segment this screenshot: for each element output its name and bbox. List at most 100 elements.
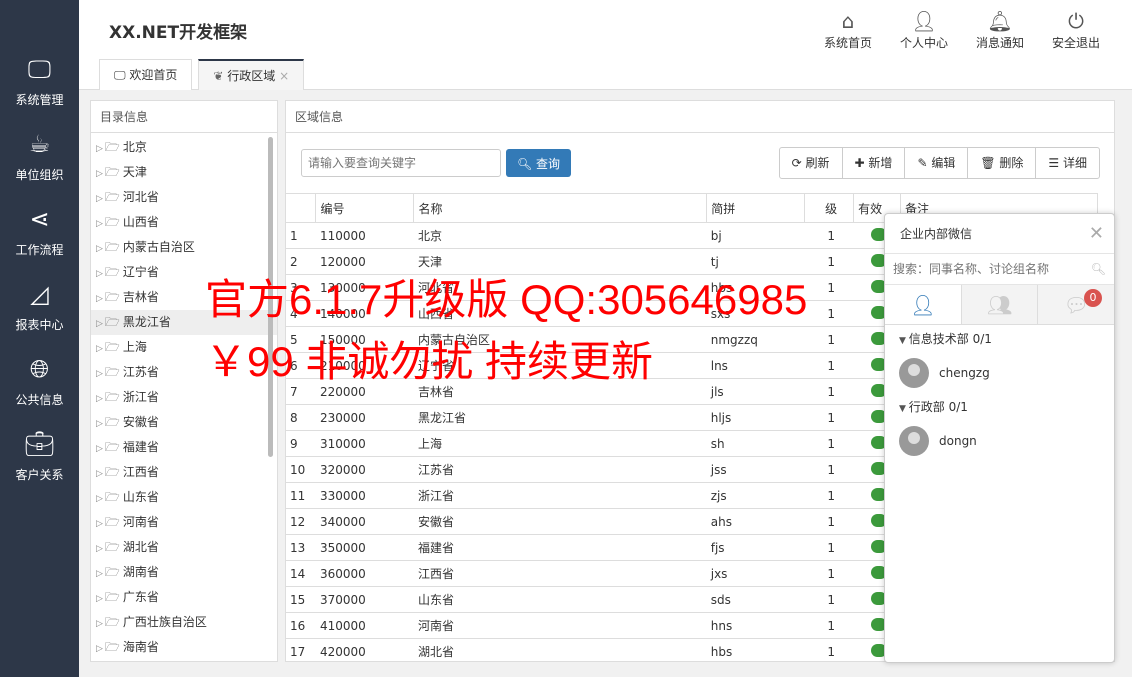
tab-contacts[interactable]: 👤︎ [885,285,961,324]
chat-group[interactable]: ▼ 信息技术部 0/1 [885,325,1114,353]
tree-item[interactable]: ▷ 🗁 黑龙江省 [91,310,277,335]
tab-messages[interactable]: 💬︎ 0 [1037,285,1115,324]
tab-groups[interactable]: 👥︎ [960,285,1038,324]
tree-item[interactable]: ▷ 🗁 江苏省 [91,360,277,385]
sidebar-item-1[interactable]: ☕︎ 单位组织 [0,130,79,190]
sidebar-item-0[interactable]: 🖵 系统管理 [0,55,79,115]
expand-icon[interactable]: ▷ [96,619,103,629]
expand-icon[interactable]: ▷ [96,369,103,379]
expand-icon[interactable]: ▷ [96,194,103,204]
tree-item[interactable]: ▷ 🗁 湖北省 [91,535,277,560]
expand-icon[interactable]: ▷ [96,244,103,254]
cell: 360000 [315,560,414,587]
refresh-button[interactable]: ⟳ 刷新 [780,148,843,178]
chat-user[interactable]: dongn [885,421,1114,461]
column-header[interactable] [286,193,317,223]
cell: 11 [286,482,316,509]
folder-icon: 🗁 [104,590,120,604]
expand-icon[interactable]: ▷ [96,294,103,304]
tree-item[interactable]: ▷ 🗁 天津 [91,160,277,185]
tree-item[interactable]: ▷ 🗁 安徽省 [91,410,277,435]
cell: 辽宁省 [413,352,707,379]
expand-icon[interactable]: ▷ [96,569,103,579]
expand-icon[interactable]: ▷ [96,394,103,404]
plus-icon: ✚ [854,156,869,170]
tab-region[interactable]: ❦ 行政区域 × [198,59,305,90]
cell: sxs [706,300,805,327]
sidebar-item-4[interactable]: 🌐︎ 公共信息 [0,355,79,415]
expand-icon[interactable]: ▷ [96,494,103,504]
chat-group[interactable]: ▼ 行政部 0/1 [885,393,1114,421]
cell: hbs [706,638,805,661]
column-header[interactable]: 简拼 [706,193,806,223]
tree-item[interactable]: ▷ 🗁 江西省 [91,460,277,485]
cell: bj [706,222,805,249]
cell: jxs [706,560,805,587]
tree-item[interactable]: ▷ 🗁 福建省 [91,435,277,460]
tree-item[interactable]: ▷ 🗁 山西省 [91,210,277,235]
tree-item[interactable]: ▷ 🗁 广东省 [91,585,277,610]
topnav-item-2[interactable]: 🔔︎ 消息通知 [962,8,1038,51]
tree-item[interactable]: ▷ 🗁 河南省 [91,510,277,535]
caret-down-icon: ▼ [899,404,909,414]
tree-item[interactable]: ▷ 🗁 海南省 [91,635,277,660]
cell: 吉林省 [413,378,707,405]
cell: ahs [706,508,805,535]
top-nav: ⌂ 系统首页 👤︎ 个人中心 🔔︎ 消息通知 ⏻ 安全退出 [810,8,1114,51]
tree-scrollbar[interactable] [268,137,273,457]
trash-button[interactable]: 🗑︎ 删除 [968,148,1037,178]
topnav-item-3[interactable]: ⏻ 安全退出 [1038,8,1114,51]
query-button[interactable]: 🔍︎ 查询 [506,149,571,177]
expand-icon[interactable]: ▷ [96,269,103,279]
list-icon: ☰ [1048,156,1063,170]
list-button[interactable]: ☰ 详细 [1036,148,1099,178]
tree-item[interactable]: ▷ 🗁 内蒙古自治区 [91,235,277,260]
folder-icon: 🗁 [104,415,120,429]
expand-icon[interactable]: ▷ [96,594,103,604]
folder-icon: 🗁 [104,540,120,554]
chat-user[interactable]: chengzg [885,353,1114,393]
expand-icon[interactable]: ▷ [96,469,103,479]
chat-search-input[interactable] [893,262,1083,276]
cell: 310000 [315,430,414,457]
expand-icon[interactable]: ▷ [96,519,103,529]
expand-icon[interactable]: ▷ [96,544,103,554]
close-icon[interactable]: ✕ [1089,214,1104,254]
expand-icon[interactable]: ▷ [96,419,103,429]
expand-icon[interactable]: ▷ [96,144,103,154]
tree-item[interactable]: ▷ 🗁 上海 [91,335,277,360]
plus-button[interactable]: ✚ 新增 [843,148,906,178]
expand-icon[interactable]: ▷ [96,169,103,179]
cell: 1 [804,326,854,353]
sidebar-item-2[interactable]: ⋖ 工作流程 [0,205,79,265]
tab-welcome[interactable]: 🖵 欢迎首页 [99,59,193,90]
expand-icon[interactable]: ▷ [96,319,103,329]
edit-button[interactable]: ✎ 编辑 [905,148,969,178]
search-input[interactable] [301,149,501,177]
expand-icon[interactable]: ▷ [96,444,103,454]
tree-item[interactable]: ▷ 🗁 河北省 [91,185,277,210]
tree-item[interactable]: ▷ 🗁 北京 [91,135,277,160]
expand-icon[interactable]: ▷ [96,219,103,229]
expand-icon[interactable]: ▷ [96,644,103,654]
column-header[interactable]: 编号 [315,193,415,223]
cell: 浙江省 [413,482,707,509]
tree-item[interactable]: ▷ 🗁 吉林省 [91,285,277,310]
column-header[interactable]: 名称 [413,193,708,223]
topnav-item-1[interactable]: 👤︎ 个人中心 [886,8,962,51]
cell: 1 [804,508,854,535]
expand-icon[interactable]: ▷ [96,344,103,354]
tree-item[interactable]: ▷ 🗁 广西壮族自治区 [91,610,277,635]
tree-item[interactable]: ▷ 🗁 湖南省 [91,560,277,585]
close-tab-icon[interactable]: × [275,69,289,83]
cell: 370000 [315,586,414,613]
tree-item[interactable]: ▷ 🗁 浙江省 [91,385,277,410]
tree-item[interactable]: ▷ 🗁 辽宁省 [91,260,277,285]
sidebar-item-3[interactable]: ◿ 报表中心 [0,280,79,340]
topnav-item-0[interactable]: ⌂ 系统首页 [810,8,886,51]
folder-icon: 🗁 [104,240,120,254]
sidebar-item-5[interactable]: 💼︎ 客户关系 [0,430,79,490]
column-header[interactable]: 级 [804,193,855,223]
search-icon: 🔍︎ [516,156,537,171]
tree-item[interactable]: ▷ 🗁 山东省 [91,485,277,510]
